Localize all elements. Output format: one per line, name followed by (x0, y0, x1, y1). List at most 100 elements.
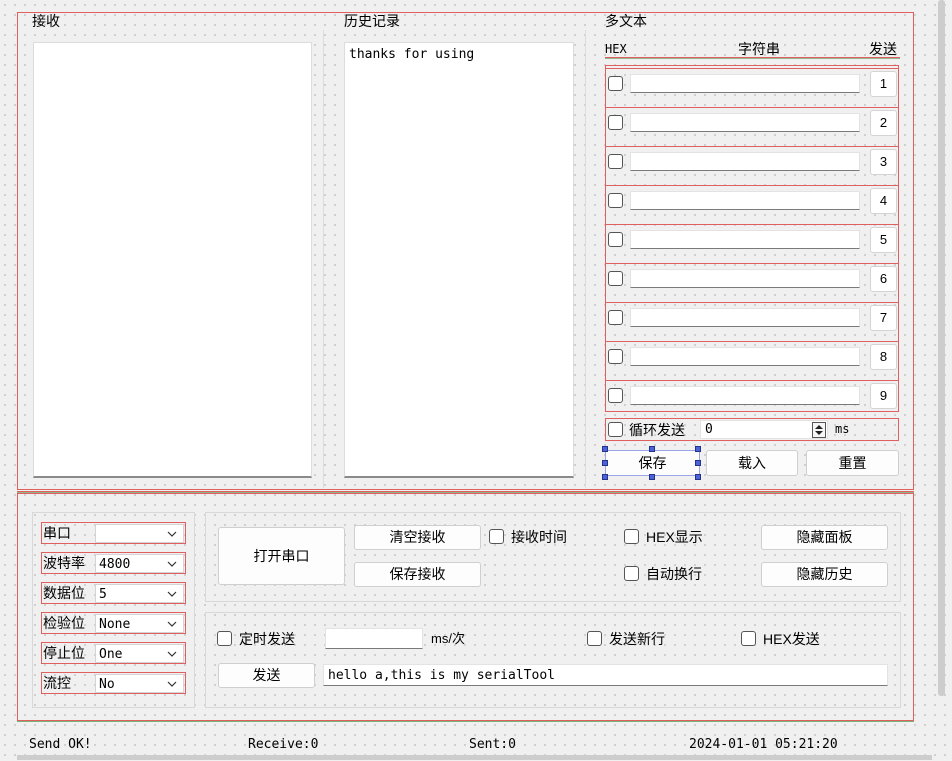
clear-receive-button[interactable]: 清空接收 (354, 525, 481, 550)
hex-send-checkbox[interactable] (741, 631, 756, 646)
selection-handle (649, 474, 655, 480)
parity-select[interactable]: None (95, 614, 184, 633)
send-newline-checkbox[interactable] (587, 631, 602, 646)
spin-up-down-icon[interactable] (812, 422, 826, 438)
multitext-string-input[interactable] (630, 74, 860, 93)
receive-time-label: 接收时间 (511, 529, 567, 545)
multitext-string-input[interactable] (630, 269, 860, 288)
send-input[interactable]: hello a,this is my serialTool (323, 664, 888, 686)
selection-handle (695, 460, 701, 466)
multitext-send-label: 8 (879, 349, 888, 364)
databits-label: 数据位 (43, 585, 85, 601)
multitext-hex-checkbox[interactable] (608, 154, 623, 169)
chevron-down-icon (167, 621, 177, 627)
multitext-string-input[interactable] (630, 308, 860, 327)
multitext-string-input[interactable] (630, 152, 860, 171)
clear-receive-label: 清空接收 (389, 529, 446, 545)
receive-time-checkbox[interactable] (489, 529, 504, 544)
multitext-hex-checkbox[interactable] (608, 349, 623, 364)
multitext-send-label: 3 (879, 154, 888, 169)
hide-panel-label: 隐藏面板 (796, 529, 853, 545)
multitext-send-label: 7 (879, 310, 888, 325)
send-button-label: 发送 (252, 667, 281, 683)
multitext-row: 3 (605, 146, 899, 176)
chevron-down-icon (167, 651, 177, 657)
horizontal-scrollbar[interactable] (17, 755, 932, 760)
selection-handle (602, 460, 608, 466)
interval-input[interactable] (325, 628, 423, 649)
hide-history-label: 隐藏历史 (796, 566, 853, 582)
port-row: 串口 (41, 522, 186, 544)
col-hex-header: HEX (605, 42, 627, 56)
vertical-scrollbar[interactable] (938, 0, 945, 696)
multitext-hex-checkbox[interactable] (608, 115, 623, 130)
multitext-send-button[interactable]: 8 (870, 344, 897, 370)
panel-separator (323, 30, 324, 488)
load-button[interactable]: 载入 (706, 450, 798, 476)
multitext-row: 7 (605, 302, 899, 332)
auto-wrap-checkbox[interactable] (624, 566, 639, 581)
baud-row: 波特率 4800 (41, 552, 186, 574)
multitext-row: 4 (605, 185, 899, 215)
multitext-send-button[interactable]: 7 (870, 305, 897, 331)
multitext-send-button[interactable]: 9 (870, 383, 897, 409)
send-input-text: hello a,this is my serialTool (328, 668, 555, 683)
port-select[interactable] (95, 524, 184, 543)
parity-value: None (99, 617, 131, 632)
multitext-hex-checkbox[interactable] (608, 193, 623, 208)
status-receive: Receive:0 (248, 737, 319, 752)
multitext-send-button[interactable]: 5 (870, 227, 897, 253)
multitext-hex-checkbox[interactable] (608, 232, 623, 247)
loop-interval-input[interactable]: 0 (700, 420, 828, 439)
timed-send-label: 定时发送 (239, 631, 295, 647)
hide-history-button[interactable]: 隐藏历史 (761, 562, 888, 587)
loop-unit: ms (835, 422, 850, 436)
stopbits-select[interactable]: One (95, 644, 184, 663)
receive-area[interactable] (33, 42, 312, 478)
flow-select[interactable]: No (95, 674, 184, 693)
multitext-send-button[interactable]: 1 (870, 71, 897, 97)
multitext-send-label: 4 (879, 193, 888, 208)
stopbits-row: 停止位 One (41, 642, 186, 664)
chevron-down-icon (167, 591, 177, 597)
multitext-send-button[interactable]: 4 (870, 188, 897, 214)
multitext-hex-checkbox[interactable] (608, 310, 623, 325)
multitext-send-button[interactable]: 3 (870, 149, 897, 175)
save-button[interactable]: 保存 (605, 450, 700, 476)
save-receive-button[interactable]: 保存接收 (354, 562, 481, 587)
multitext-row: 9 (605, 380, 899, 410)
history-title: 历史记录 (344, 13, 400, 29)
multitext-hex-checkbox[interactable] (608, 76, 623, 91)
multitext-send-label: 9 (879, 388, 888, 403)
multitext-send-button[interactable]: 6 (870, 266, 897, 292)
multitext-string-input[interactable] (630, 347, 860, 366)
load-button-label: 载入 (738, 455, 766, 471)
multitext-string-input[interactable] (630, 230, 860, 249)
hex-display-checkbox[interactable] (624, 529, 639, 544)
multitext-string-input[interactable] (630, 113, 860, 132)
multitext-hex-checkbox[interactable] (608, 271, 623, 286)
send-button[interactable]: 发送 (218, 663, 315, 688)
hide-panel-button[interactable]: 隐藏面板 (761, 525, 888, 550)
multitext-string-input[interactable] (630, 386, 860, 405)
multitext-hex-checkbox[interactable] (608, 388, 623, 403)
baud-select[interactable]: 4800 (95, 554, 184, 573)
multitext-row: 8 (605, 341, 899, 371)
multitext-send-label: 1 (879, 76, 888, 91)
loop-send-checkbox[interactable] (608, 422, 623, 437)
save-receive-label: 保存接收 (389, 566, 446, 582)
hex-display-label: HEX显示 (646, 529, 703, 545)
reset-button-label: 重置 (838, 455, 867, 471)
loop-interval-value: 0 (705, 422, 713, 437)
history-area[interactable]: thanks for using (344, 42, 574, 478)
stopbits-label: 停止位 (43, 645, 85, 661)
timed-send-checkbox[interactable] (217, 631, 232, 646)
databits-select[interactable]: 5 (95, 584, 184, 603)
multitext-send-button[interactable]: 2 (870, 110, 897, 136)
selection-handle (602, 474, 608, 480)
multitext-string-input[interactable] (630, 191, 860, 210)
reset-button[interactable]: 重置 (806, 450, 899, 476)
open-port-button[interactable]: 打开串口 (218, 527, 345, 585)
multitext-row: 5 (605, 224, 899, 254)
send-newline-label: 发送新行 (609, 631, 665, 647)
